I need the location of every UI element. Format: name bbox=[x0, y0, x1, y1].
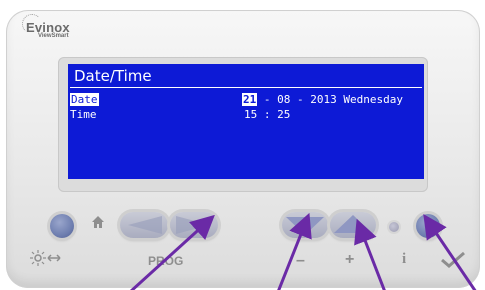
sun-moon-icon bbox=[30, 249, 74, 271]
prog-legend: PROG bbox=[148, 254, 184, 268]
right-arrow-button[interactable] bbox=[170, 212, 218, 238]
chevron-right-icon bbox=[176, 216, 210, 234]
date-label: Date bbox=[70, 93, 99, 106]
title-divider bbox=[70, 87, 422, 88]
info-legend: i bbox=[402, 251, 407, 267]
time-value: 15 : 25 bbox=[244, 108, 291, 121]
ok-button[interactable] bbox=[416, 214, 440, 238]
lcd-screen: Date/Time Date 21 - 08 - 2013 Wednesday … bbox=[68, 64, 424, 179]
chevron-left-icon bbox=[128, 216, 162, 234]
brand-ring bbox=[22, 14, 42, 34]
chevron-down-icon bbox=[286, 217, 324, 235]
screen-title: Date/Time bbox=[74, 67, 152, 85]
home-icon bbox=[90, 214, 106, 234]
date-value: 21 - 08 - 2013 Wednesday bbox=[242, 93, 403, 106]
date-day-field[interactable]: 21 bbox=[242, 93, 258, 106]
plus-legend: + bbox=[345, 251, 355, 268]
time-label: Time bbox=[70, 108, 97, 121]
date-rest: - 08 - 2013 Wednesday bbox=[257, 93, 403, 106]
up-arrow-button[interactable] bbox=[330, 212, 376, 238]
status-led bbox=[389, 222, 399, 232]
down-arrow-button[interactable] bbox=[282, 212, 328, 238]
left-arrow-button[interactable] bbox=[120, 212, 168, 238]
chevron-up-icon bbox=[334, 215, 372, 233]
check-icon bbox=[440, 251, 466, 273]
brand-logo: Evinox ViewSmart bbox=[22, 14, 70, 39]
mode-button[interactable] bbox=[50, 214, 74, 238]
brand-sub: ViewSmart bbox=[38, 33, 69, 39]
minus-legend: – bbox=[296, 252, 305, 269]
